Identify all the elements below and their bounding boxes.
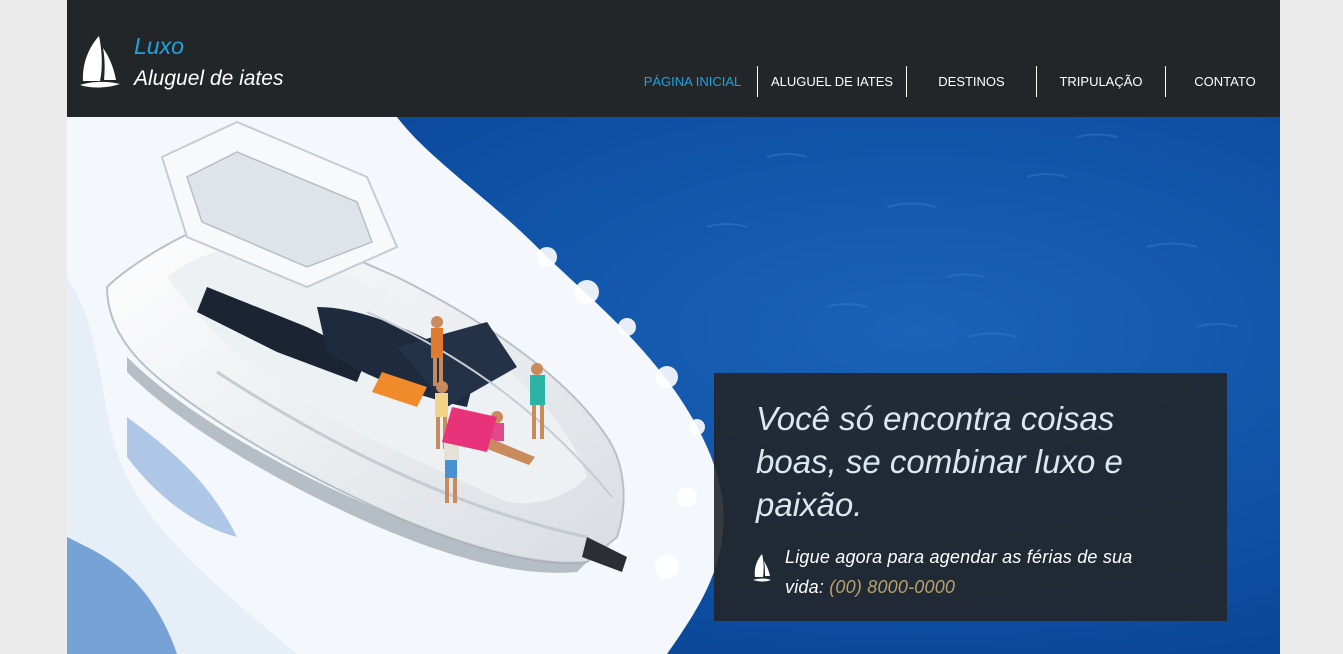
nav-item-destinos[interactable]: DESTINOS (906, 66, 1036, 97)
phone-number[interactable]: (00) 8000-0000 (829, 577, 955, 597)
hero-headline: Você só encontra coisas boas, se combina… (756, 400, 1123, 523)
logo-link[interactable]: Luxo Aluguel de iates (79, 30, 309, 94)
main-nav: PÁGINA INICIAL ALUGUEL DE IATES DESTINOS… (628, 66, 1280, 97)
nav-item-pagina-inicial[interactable]: PÁGINA INICIAL (628, 66, 757, 97)
nav-item-aluguel-de-iates[interactable]: ALUGUEL DE IATES (757, 66, 906, 97)
sailboat-icon (80, 36, 120, 88)
brand-name: Luxo (134, 33, 184, 59)
hero-section: Você só encontra coisas boas, se combina… (67, 117, 1280, 654)
site-header: Luxo Aluguel de iates PÁGINA INICIAL ALU… (67, 0, 1280, 117)
page: Luxo Aluguel de iates PÁGINA INICIAL ALU… (67, 0, 1280, 654)
nav-item-tripulacao[interactable]: TRIPULAÇÃO (1036, 66, 1165, 97)
promo-box: Você só encontra coisas boas, se combina… (714, 373, 1227, 621)
call-to-action-text: Ligue agora para agendar as férias de su… (785, 542, 1145, 602)
sailboat-icon (753, 554, 771, 582)
nav-item-contato[interactable]: CONTATO (1165, 66, 1280, 97)
brand-tagline: Aluguel de iates (134, 67, 284, 90)
